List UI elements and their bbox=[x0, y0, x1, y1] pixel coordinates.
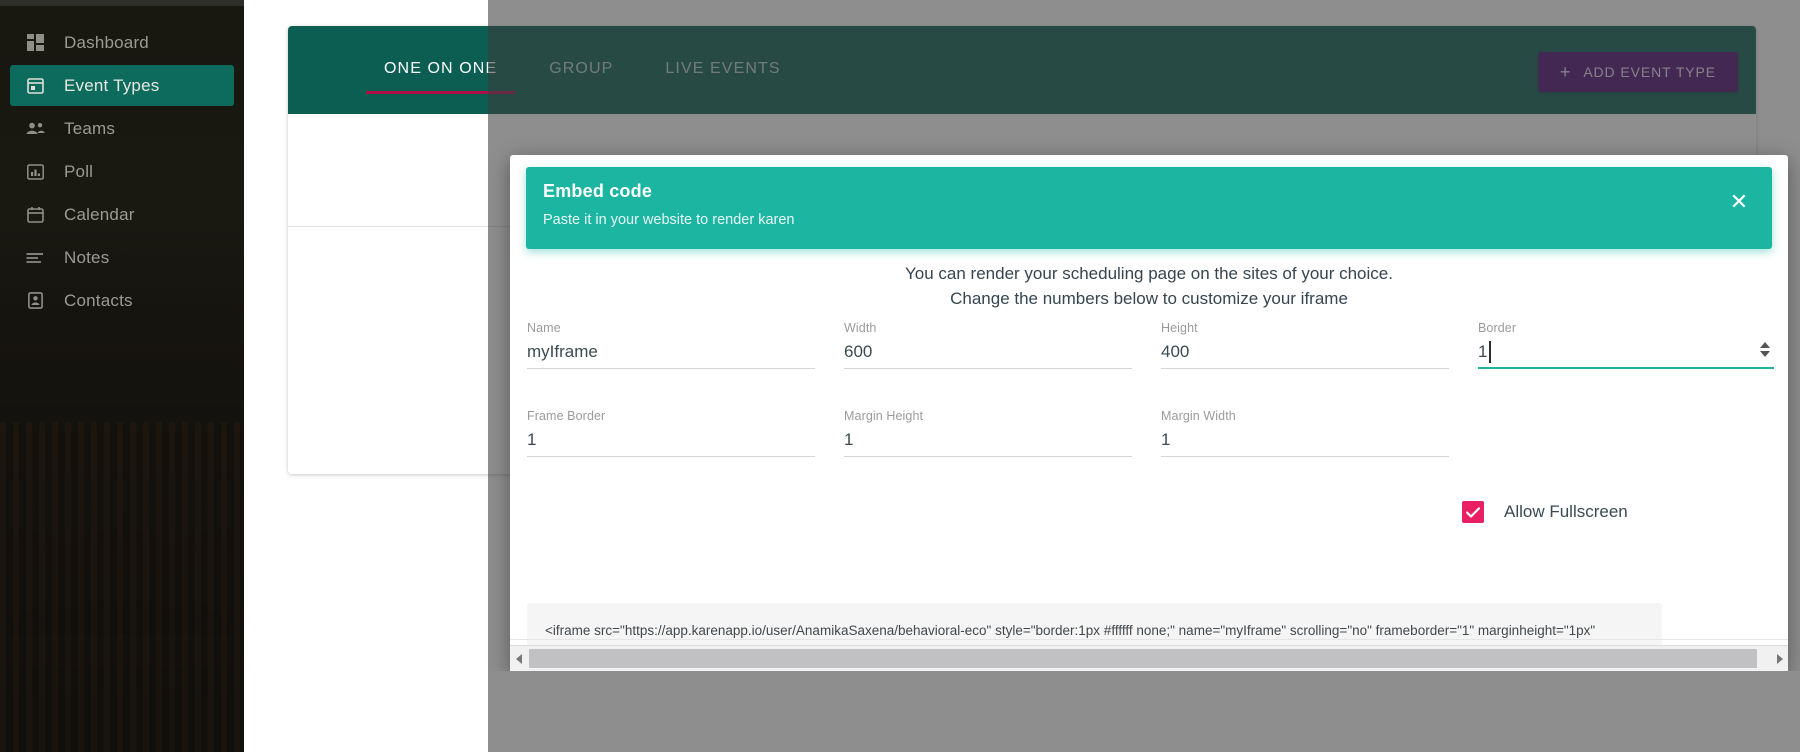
sidebar-item-label: Event Types bbox=[64, 75, 160, 95]
modal-body: You can render your scheduling page on t… bbox=[510, 261, 1788, 672]
allow-fullscreen-checkbox[interactable] bbox=[1462, 501, 1484, 523]
calendar-icon bbox=[22, 205, 48, 225]
sidebar-item-dashboard[interactable]: Dashboard bbox=[10, 22, 234, 63]
sidebar-item-label: Teams bbox=[64, 118, 116, 138]
margin-height-input[interactable] bbox=[844, 427, 1132, 457]
name-input[interactable] bbox=[527, 339, 815, 369]
scrollbar-thumb[interactable] bbox=[529, 649, 1757, 668]
field-label: Border bbox=[1478, 321, 1517, 335]
sidebar-item-contacts[interactable]: Contacts bbox=[10, 280, 234, 321]
modal-title: Embed code bbox=[543, 181, 653, 201]
app-root: Dashboard Event Types Teams Poll Calenda… bbox=[0, 0, 1800, 752]
border-input[interactable] bbox=[1478, 339, 1774, 369]
sidebar-item-notes[interactable]: Notes bbox=[10, 237, 234, 278]
main-area: ONE ON ONE GROUP LIVE EVENTS + ADD EVENT… bbox=[244, 0, 1800, 752]
allow-fullscreen-row: Allow Fullscreen bbox=[1462, 501, 1628, 523]
stepper-down-icon[interactable] bbox=[1760, 350, 1770, 357]
modal-bottom-divider bbox=[510, 639, 1788, 640]
bar-chart-icon bbox=[22, 162, 48, 182]
stepper-up-icon[interactable] bbox=[1760, 341, 1770, 348]
modal-header: Embed code Paste it in your website to r… bbox=[526, 167, 1772, 249]
modal-intro: You can render your scheduling page on t… bbox=[510, 261, 1788, 311]
sidebar-item-calendar[interactable]: Calendar bbox=[10, 194, 234, 235]
text-caret bbox=[1489, 341, 1491, 363]
intro-line-2: Change the numbers below to customize yo… bbox=[950, 289, 1348, 308]
people-icon bbox=[22, 119, 48, 139]
scroll-left-arrow-icon[interactable] bbox=[510, 646, 527, 672]
sidebar: Dashboard Event Types Teams Poll Calenda… bbox=[0, 0, 244, 752]
sidebar-top-bar bbox=[0, 0, 244, 6]
sidebar-item-label: Calendar bbox=[64, 204, 135, 224]
field-label: Name bbox=[527, 321, 561, 335]
field-name: Name bbox=[527, 321, 815, 369]
sidebar-item-poll[interactable]: Poll bbox=[10, 151, 234, 192]
field-height: Height bbox=[1161, 321, 1449, 369]
field-label: Margin Height bbox=[844, 409, 924, 423]
horizontal-scrollbar[interactable] bbox=[510, 645, 1788, 672]
contact-card-icon bbox=[22, 291, 48, 311]
field-margin-width: Margin Width bbox=[1161, 409, 1449, 457]
sidebar-item-teams[interactable]: Teams bbox=[10, 108, 234, 149]
field-label: Margin Width bbox=[1161, 409, 1236, 423]
allow-fullscreen-label: Allow Fullscreen bbox=[1504, 502, 1628, 521]
field-border: Border bbox=[1478, 321, 1774, 369]
modal-subtitle: Paste it in your website to render karen bbox=[543, 212, 795, 228]
margin-width-input[interactable] bbox=[1161, 427, 1449, 457]
sidebar-item-label: Notes bbox=[64, 247, 110, 267]
page-bottom-dim bbox=[488, 671, 1800, 752]
sidebar-item-label: Dashboard bbox=[64, 32, 149, 52]
sidebar-item-label: Poll bbox=[64, 161, 94, 181]
scroll-right-arrow-icon[interactable] bbox=[1771, 646, 1788, 672]
sidebar-nav: Dashboard Event Types Teams Poll Calenda… bbox=[0, 22, 244, 323]
sidebar-item-label: Contacts bbox=[64, 290, 133, 310]
field-width: Width bbox=[844, 321, 1132, 369]
list-lines-icon bbox=[22, 248, 48, 268]
frame-border-input[interactable] bbox=[527, 427, 815, 457]
dashboard-icon bbox=[22, 33, 48, 53]
calendar-event-icon bbox=[22, 76, 48, 96]
height-input[interactable] bbox=[1161, 339, 1449, 369]
close-icon[interactable]: ✕ bbox=[1724, 187, 1754, 217]
scrollbar-track[interactable] bbox=[527, 646, 1771, 672]
field-margin-height: Margin Height bbox=[844, 409, 1132, 457]
field-label: Width bbox=[844, 321, 877, 335]
border-stepper[interactable] bbox=[1758, 337, 1772, 361]
field-label: Frame Border bbox=[527, 409, 606, 423]
intro-line-1: You can render your scheduling page on t… bbox=[905, 264, 1393, 283]
field-frame-border: Frame Border bbox=[527, 409, 815, 457]
sidebar-item-event-types[interactable]: Event Types bbox=[10, 65, 234, 106]
field-label: Height bbox=[1161, 321, 1198, 335]
embed-code-modal: Embed code Paste it in your website to r… bbox=[510, 155, 1788, 672]
width-input[interactable] bbox=[844, 339, 1132, 369]
check-icon bbox=[1466, 506, 1480, 518]
